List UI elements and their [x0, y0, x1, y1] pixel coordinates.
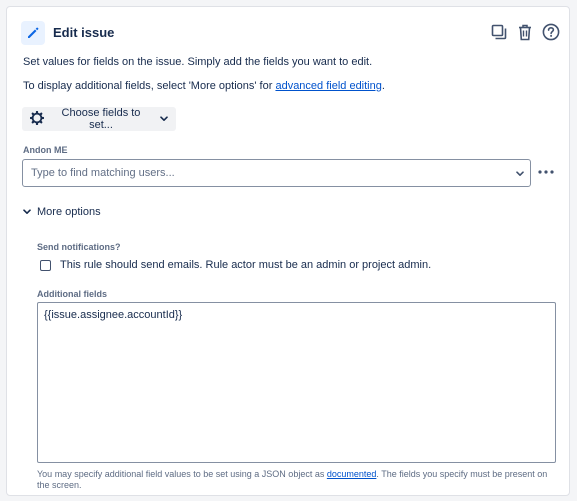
send-notifications-row[interactable]: This rule should send emails. Rule actor… [40, 259, 431, 271]
send-emails-checkbox-label: This rule should send emails. Rule actor… [60, 259, 432, 271]
duplicate-icon[interactable] [489, 21, 509, 43]
description-line-2-suffix: . [381, 80, 385, 92]
documented-link[interactable]: documented [327, 469, 377, 479]
choose-fields-label: Choose fields to set... [61, 107, 141, 131]
gear-icon [29, 110, 45, 128]
edit-issue-panel: Edit issue Set values for fields on the … [6, 6, 570, 496]
additional-fields-help-text: You may specify additional field values … [37, 469, 557, 491]
send-emails-checkbox[interactable] [40, 259, 51, 271]
description-line-1: Set values for fields on the issue. Simp… [23, 56, 373, 68]
andon-me-field[interactable] [22, 159, 531, 187]
advanced-field-editing-link[interactable]: advanced field editing [275, 80, 381, 92]
more-options-toggle[interactable]: More options [23, 206, 101, 218]
pencil-icon [21, 21, 45, 45]
andon-me-label: Andon ME [23, 145, 68, 155]
send-notifications-label: Send notifications? [37, 242, 121, 252]
chevron-down-icon [160, 113, 168, 125]
choose-fields-button[interactable]: Choose fields to set... [22, 107, 176, 131]
more-actions-icon[interactable] [537, 165, 555, 177]
help-icon[interactable] [541, 21, 561, 43]
chevron-down-icon [23, 206, 31, 218]
panel-title: Edit issue [53, 25, 115, 40]
trash-icon[interactable] [515, 21, 535, 43]
description-line-2: To display additional fields, select 'Mo… [23, 80, 385, 92]
description-line-2-prefix: To display additional fields, select 'Mo… [23, 80, 276, 92]
andon-me-input[interactable] [29, 166, 516, 180]
additional-fields-label: Additional fields [37, 289, 108, 299]
help-text-prefix: You may specify additional field values … [37, 469, 327, 479]
more-options-label: More options [37, 206, 101, 218]
panel-header: Edit issue [21, 21, 561, 47]
additional-fields-textarea[interactable] [37, 302, 556, 463]
chevron-down-icon[interactable] [516, 164, 524, 182]
